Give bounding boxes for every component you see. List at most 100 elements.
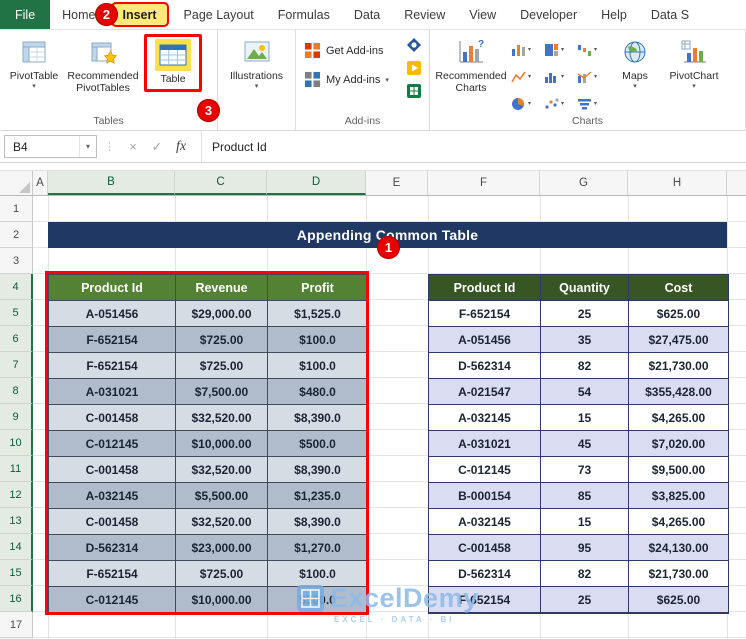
table-cell[interactable]: $500.0 — [268, 587, 367, 613]
ribbon-tab[interactable]: File — [0, 0, 51, 29]
table-cell[interactable]: $32,520.00 — [176, 457, 268, 483]
pivotchart-button[interactable]: PivotChart ▾ — [660, 34, 728, 90]
row-header[interactable]: 10 — [0, 430, 33, 456]
table-cell[interactable]: $8,390.0 — [268, 509, 367, 535]
ribbon-tab[interactable]: Insert — [110, 2, 169, 27]
get-addins-button[interactable]: Get Add-ins — [304, 42, 389, 59]
table-cell[interactable]: $21,730.00 — [629, 353, 728, 379]
table-cell[interactable]: $24,130.00 — [629, 535, 728, 561]
row-header[interactable]: 15 — [0, 560, 33, 586]
table-cell[interactable]: C-001458 — [429, 535, 541, 561]
table-cell[interactable]: $7,500.00 — [176, 379, 268, 405]
pie-chart-button[interactable]: ▾ — [510, 91, 542, 116]
column-header[interactable]: B — [48, 171, 175, 195]
table-cell[interactable]: A-051456 — [49, 301, 176, 327]
column-header[interactable]: F — [428, 171, 540, 195]
row-header[interactable]: 8 — [0, 378, 33, 404]
table-cell[interactable]: F-652154 — [429, 587, 541, 613]
column-header[interactable]: G — [540, 171, 628, 195]
ribbon-tab[interactable]: Page Layout — [172, 0, 266, 29]
column-header[interactable]: H — [628, 171, 727, 195]
waterfall-chart-button[interactable]: ▾ — [576, 37, 608, 62]
column-header[interactable]: A — [33, 171, 48, 195]
table-cell[interactable]: $8,390.0 — [268, 405, 367, 431]
table-cell[interactable]: $625.00 — [629, 301, 728, 327]
addin-shortcut-icon-3[interactable] — [406, 83, 422, 99]
table-cell[interactable]: $32,520.00 — [176, 405, 268, 431]
column-header-cell[interactable]: Cost — [629, 275, 728, 301]
table-cell[interactable]: C-001458 — [49, 509, 176, 535]
line-chart-button[interactable]: ▾ — [510, 64, 542, 89]
table-cell[interactable]: $100.0 — [268, 327, 367, 353]
ribbon-tab[interactable]: Data S — [639, 0, 701, 29]
table-cell[interactable]: $625.00 — [629, 587, 728, 613]
statistic-chart-button[interactable]: ▾ — [543, 64, 575, 89]
table-cell[interactable]: $29,000.00 — [176, 301, 268, 327]
table-cell[interactable]: $21,730.00 — [629, 561, 728, 587]
table-cell[interactable]: $480.0 — [268, 379, 367, 405]
row-header[interactable]: 14 — [0, 534, 33, 560]
table-cell[interactable]: $7,020.00 — [629, 431, 728, 457]
ribbon-tab[interactable]: Formulas — [266, 0, 342, 29]
row-header[interactable]: 13 — [0, 508, 33, 534]
table-cell[interactable]: $1,235.0 — [268, 483, 367, 509]
row-header[interactable]: 4 — [0, 274, 33, 300]
row-header[interactable]: 2 — [0, 222, 33, 248]
ribbon-tab[interactable]: View — [457, 0, 508, 29]
row-header[interactable]: 7 — [0, 352, 33, 378]
pivottable-button[interactable]: PivotTable ▾ — [4, 34, 64, 90]
table-cell[interactable]: 25 — [541, 587, 629, 613]
combo-chart-button[interactable]: ▾ — [576, 64, 608, 89]
table-cell[interactable]: A-031021 — [49, 379, 176, 405]
addin-shortcut-icon-1[interactable] — [406, 37, 422, 53]
row-header[interactable]: 5 — [0, 300, 33, 326]
table-cell[interactable]: D-562314 — [49, 535, 176, 561]
row-header[interactable]: 3 — [0, 248, 33, 274]
illustrations-button[interactable]: Illustrations ▾ — [224, 34, 290, 90]
insert-function-icon[interactable]: fx — [169, 139, 193, 155]
table-cell[interactable]: 82 — [541, 353, 629, 379]
table-cell[interactable]: $3,825.00 — [629, 483, 728, 509]
table-cell[interactable]: A-032145 — [429, 405, 541, 431]
recommended-charts-button[interactable]: ? Recommended Charts — [434, 34, 508, 95]
table-cell[interactable]: 95 — [541, 535, 629, 561]
table-cell[interactable]: 35 — [541, 327, 629, 353]
table-cell[interactable]: $9,500.00 — [629, 457, 728, 483]
table-cell[interactable]: $27,475.00 — [629, 327, 728, 353]
formula-input[interactable]: Product Id — [201, 131, 746, 162]
column-header[interactable]: E — [366, 171, 428, 195]
table-cell[interactable]: $32,520.00 — [176, 509, 268, 535]
enter-icon[interactable]: ✓ — [145, 139, 169, 155]
table-cell[interactable]: A-021547 — [429, 379, 541, 405]
select-all-button[interactable] — [0, 171, 33, 195]
table-cell[interactable]: $725.00 — [176, 561, 268, 587]
table-cell[interactable]: 82 — [541, 561, 629, 587]
table-cell[interactable]: F-652154 — [429, 301, 541, 327]
table-cell[interactable]: $4,265.00 — [629, 509, 728, 535]
table-cell[interactable]: $725.00 — [176, 327, 268, 353]
table-cell[interactable]: $100.0 — [268, 353, 367, 379]
table-cell[interactable]: $100.0 — [268, 561, 367, 587]
table-cell[interactable]: $4,265.00 — [629, 405, 728, 431]
my-addins-button[interactable]: My Add-ins ▾ — [304, 71, 389, 88]
scatter-chart-button[interactable]: ▾ — [543, 91, 575, 116]
table-cell[interactable]: $10,000.00 — [176, 431, 268, 457]
table-cell[interactable]: 54 — [541, 379, 629, 405]
table-button[interactable]: Table — [144, 34, 202, 93]
table-cell[interactable]: 25 — [541, 301, 629, 327]
recommended-pivottables-button[interactable]: Recommended PivotTables — [64, 34, 142, 95]
table-cell[interactable]: $1,270.0 — [268, 535, 367, 561]
table-cell[interactable]: 73 — [541, 457, 629, 483]
table-cell[interactable]: F-652154 — [49, 327, 176, 353]
funnel-chart-button[interactable]: ▾ — [576, 91, 608, 116]
ribbon-tab[interactable]: Data — [342, 0, 392, 29]
table-cell[interactable]: C-001458 — [49, 405, 176, 431]
addin-shortcut-icon-2[interactable] — [406, 60, 422, 76]
row-header[interactable]: 9 — [0, 404, 33, 430]
table-cell[interactable]: A-031021 — [429, 431, 541, 457]
table-cell[interactable]: A-032145 — [49, 483, 176, 509]
table-cell[interactable]: $725.00 — [176, 353, 268, 379]
table-cell[interactable]: C-012145 — [49, 431, 176, 457]
chevron-down-icon[interactable]: ▾ — [78, 136, 96, 157]
column-header[interactable]: C — [175, 171, 267, 195]
